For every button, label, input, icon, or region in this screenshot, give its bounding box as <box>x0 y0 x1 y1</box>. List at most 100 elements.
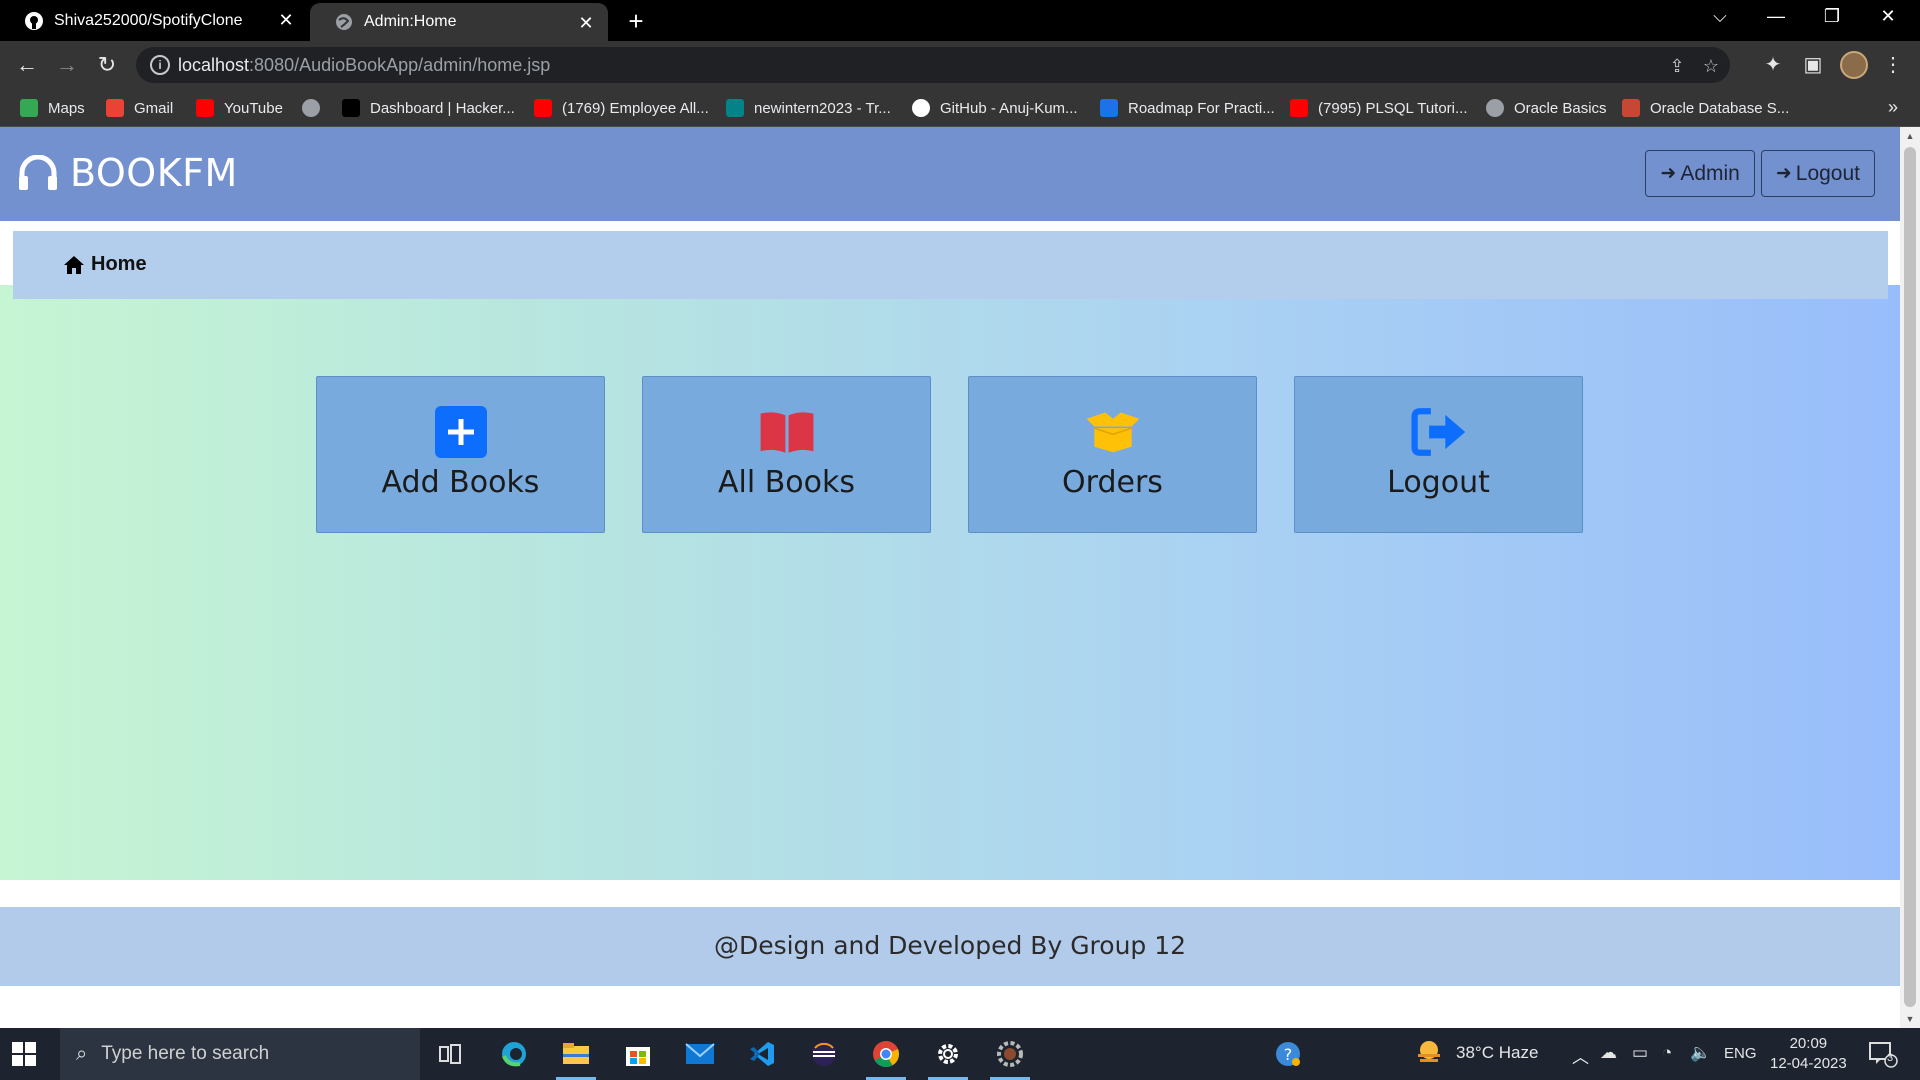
bookmark-item[interactable]: (1769) Employee All... <box>534 97 709 119</box>
tab-title: Admin:Home <box>364 13 457 30</box>
menu-icon[interactable]: ⋮ <box>1880 52 1906 78</box>
profile-avatar[interactable] <box>1840 51 1868 79</box>
bookmark-item[interactable]: Oracle Basics <box>1486 97 1607 119</box>
vscode-icon[interactable] <box>736 1028 788 1080</box>
extensions-icon[interactable]: ✦ <box>1760 52 1786 78</box>
taskbar-clock[interactable]: 20:09 12-04-2023 <box>1770 1034 1847 1074</box>
book-open-icon <box>759 405 815 459</box>
bookmark-item[interactable]: (7995) PLSQL Tutori... <box>1290 97 1468 119</box>
add-books-card[interactable]: Add Books <box>316 376 605 533</box>
tab-spotifyclone[interactable]: Shiva252000/SpotifyClone ✕ <box>0 0 308 41</box>
logout-button-label: Logout <box>1795 161 1860 185</box>
tab-admin-home[interactable]: Admin:Home ✕ <box>310 3 608 41</box>
bookmark-item[interactable]: Roadmap For Practi... <box>1100 97 1275 119</box>
restore-icon[interactable]: ❐ <box>1812 6 1852 34</box>
close-tab-icon[interactable]: ✕ <box>278 11 294 29</box>
microsoft-store-icon[interactable] <box>612 1028 664 1080</box>
app-gear-icon[interactable] <box>984 1028 1036 1080</box>
show-hidden-icons-icon[interactable]: ︿ <box>1572 1043 1589 1068</box>
edge-icon[interactable] <box>488 1028 540 1080</box>
bookmark-label: Oracle Basics <box>1514 99 1607 117</box>
scroll-up-icon[interactable]: ▲ <box>1905 131 1915 141</box>
hackerrank-icon <box>342 99 360 117</box>
browser-toolbar: ← → ↻ i localhost:8080/AudioBookApp/admi… <box>0 41 1920 89</box>
bookmark-label: (1769) Employee All... <box>562 99 709 117</box>
bookmark-item[interactable]: GitHub - Anuj-Kum... <box>912 97 1078 119</box>
close-tab-icon[interactable]: ✕ <box>578 14 594 32</box>
windows-start-icon[interactable] <box>12 1042 36 1066</box>
mail-icon[interactable] <box>674 1028 726 1080</box>
bookmarks-bar: Maps Gmail YouTube Dashboard | Hacker... (17… <box>0 89 1920 127</box>
bookmark-item[interactable]: Oracle Database S... <box>1622 97 1789 119</box>
scroll-down-icon[interactable]: ▼ <box>1905 1014 1915 1024</box>
task-view-icon[interactable] <box>424 1028 476 1080</box>
bookmark-label: (7995) PLSQL Tutori... <box>1318 99 1468 117</box>
forward-icon[interactable]: → <box>54 52 80 78</box>
weather-icon[interactable] <box>1414 1038 1444 1071</box>
headphones-icon <box>19 155 57 190</box>
notifications-icon[interactable]: 3 <box>1868 1040 1898 1073</box>
sign-out-icon <box>1410 405 1467 459</box>
address-bar[interactable]: i localhost:8080/AudioBookApp/admin/home… <box>136 47 1730 83</box>
taskbar-search[interactable]: ⌕ Type here to search <box>60 1028 420 1080</box>
onedrive-icon[interactable]: ☁ <box>1600 1043 1617 1063</box>
scrollbar-thumb[interactable] <box>1904 147 1916 1007</box>
chrome-icon[interactable] <box>860 1028 912 1080</box>
admin-cards: Add Books All Books Orders Logout <box>316 376 1583 533</box>
orders-card[interactable]: Orders <box>968 376 1257 533</box>
admin-button[interactable]: ➜ Admin <box>1645 150 1755 197</box>
bookmark-item[interactable]: YouTube <box>196 97 283 119</box>
share-icon[interactable]: ⇪ <box>1666 55 1688 77</box>
reload-icon[interactable]: ↻ <box>94 52 120 78</box>
page-scrollbar[interactable]: ▲ ▼ <box>1900 127 1920 1028</box>
bookmark-item[interactable]: Maps <box>20 97 85 119</box>
clock-date: 12-04-2023 <box>1770 1055 1847 1072</box>
new-tab-icon[interactable]: + <box>622 8 650 36</box>
notifications-count: 3 <box>1887 1052 1894 1064</box>
github-icon <box>912 99 930 117</box>
breadcrumb-home[interactable]: Home <box>63 253 147 276</box>
file-explorer-icon[interactable] <box>550 1028 602 1080</box>
network-icon[interactable]: ◔ <box>1662 1043 1672 1063</box>
settings-gear-icon[interactable] <box>922 1028 974 1080</box>
page-footer: @Design and Developed By Group 12 <box>0 907 1900 986</box>
github-icon <box>24 11 44 31</box>
minimize-icon[interactable]: — <box>1756 6 1796 34</box>
side-panel-icon[interactable]: ▣ <box>1800 52 1826 78</box>
tab-search-icon[interactable]: ⌵ <box>1700 6 1740 34</box>
box-open-icon <box>1085 405 1141 459</box>
weather-text[interactable]: 38°C Haze <box>1456 1043 1538 1063</box>
bookmark-label: Oracle Database S... <box>1650 99 1790 117</box>
bookmark-item[interactable]: newintern2023 - Tr... <box>726 97 891 119</box>
search-placeholder: Type here to search <box>101 1043 270 1064</box>
close-window-icon[interactable]: ✕ <box>1868 6 1908 34</box>
windows-taskbar: ⌕ Type here to search ? 38°C Haze ︿ ☁ ▭ … <box>0 1028 1920 1080</box>
more-bookmarks-icon[interactable]: » <box>1888 97 1898 118</box>
back-icon[interactable]: ← <box>14 52 40 78</box>
brand-logo[interactable]: BOOKFM <box>18 151 238 195</box>
site-info-icon[interactable]: i <box>150 55 170 75</box>
logout-nav-button[interactable]: ➜ Logout <box>1760 150 1875 197</box>
battery-icon[interactable]: ▭ <box>1632 1043 1648 1063</box>
bookmark-item[interactable]: Gmail <box>106 97 173 119</box>
footer-text: @Design and Developed By Group 12 <box>713 931 1187 960</box>
search-icon: ⌕ <box>76 1042 88 1065</box>
help-icon[interactable]: ? <box>1262 1028 1314 1080</box>
bookmark-label: Roadmap For Practi... <box>1128 99 1275 117</box>
bookmark-star-icon[interactable]: ☆ <box>1700 55 1722 77</box>
bookmark-item[interactable]: Dashboard | Hacker... <box>342 97 515 119</box>
language-indicator[interactable]: ENG <box>1724 1045 1757 1062</box>
card-label: Add Books <box>381 465 540 500</box>
volume-icon[interactable]: 🔈 <box>1690 1043 1711 1063</box>
eclipse-icon[interactable] <box>798 1028 850 1080</box>
bookmark-label: Dashboard | Hacker... <box>370 99 515 117</box>
card-label: Orders <box>1062 465 1163 500</box>
sign-in-icon: ➜ <box>1775 163 1792 184</box>
logout-card[interactable]: Logout <box>1294 376 1583 533</box>
bookmark-item[interactable] <box>302 97 330 119</box>
all-books-card[interactable]: All Books <box>642 376 931 533</box>
admin-button-label: Admin <box>1680 161 1740 185</box>
svg-text:?: ? <box>1284 1045 1293 1064</box>
globe-icon <box>1486 99 1504 117</box>
url-text[interactable]: localhost:8080/AudioBookApp/admin/home.j… <box>178 55 550 76</box>
